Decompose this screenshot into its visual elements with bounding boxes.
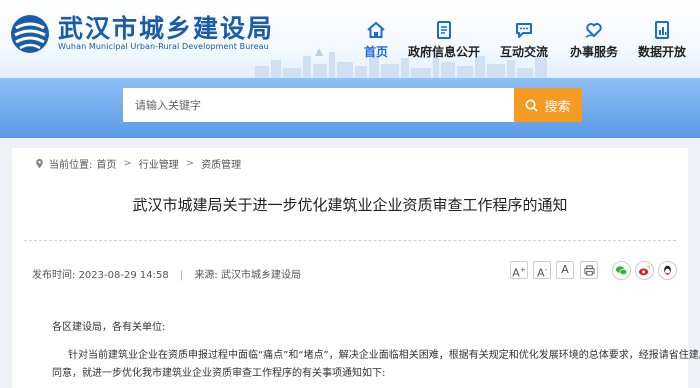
nav-services[interactable]: 办事服务 <box>570 20 618 60</box>
weibo-icon <box>638 265 651 276</box>
article-panel: 当前位置: 首页 > 行业管理 > 资质管理 武汉市城建局关于进一步优化建筑业企… <box>12 148 700 388</box>
chat-icon <box>516 23 532 38</box>
breadcrumb-prefix: 当前位置: <box>49 160 93 171</box>
breadcrumb-separator: > <box>123 158 132 169</box>
home-icon <box>367 21 385 38</box>
article-paragraph-line: 同意，就进一步优化我市建筑业企业资质审查工作程序的有关事项通知如下: <box>52 368 386 379</box>
document-icon <box>437 21 451 39</box>
site-title: 武汉市城乡建设局 <box>58 14 275 43</box>
print-button[interactable] <box>580 261 598 279</box>
nav-interaction-label: 互动交流 <box>500 45 549 59</box>
article-title: 武汉市城建局关于进一步优化建筑业企业资质审查工作程序的通知 <box>132 196 568 214</box>
breadcrumb-separator: > <box>185 158 195 169</box>
share-qq-button[interactable] <box>658 261 677 280</box>
heart-hand-icon <box>585 23 602 38</box>
breadcrumb-item-industry[interactable]: 行业管理 <box>139 156 179 171</box>
share-wechat-button[interactable] <box>612 261 631 280</box>
search-button[interactable]: 搜索 <box>514 88 582 122</box>
breadcrumb: 当前位置: 首页 > 行业管理 > 资质管理 <box>34 156 241 171</box>
breadcrumb-item-qualification[interactable]: 资质管理 <box>201 156 241 171</box>
bureau-logo <box>11 15 49 53</box>
font-default-button[interactable]: A <box>556 261 574 279</box>
publish-label: 发布时间: <box>32 270 76 281</box>
print-icon <box>583 265 595 276</box>
article-meta: 发布时间: 2023-08-29 14:58 | 来源: 武汉市城乡建设局 <box>32 266 301 281</box>
source-value: 武汉市城乡建设局 <box>221 270 301 281</box>
meta-separator: | <box>179 270 184 281</box>
title-divider <box>24 240 676 241</box>
publish-time: 2023-08-29 14:58 <box>78 270 169 281</box>
search-icon <box>526 99 539 112</box>
data-file-icon <box>655 21 669 39</box>
source-label: 来源: <box>194 270 218 281</box>
share-weibo-button[interactable] <box>635 261 654 280</box>
font-increase-button[interactable]: A+ <box>510 261 528 280</box>
qq-icon <box>664 265 671 276</box>
search-button-label: 搜索 <box>544 99 571 115</box>
article-paragraph-line: 针对当前建筑业企业在资质申报过程中面临“痛点”和“堵点”，解决企业面临相关困难，… <box>68 350 700 361</box>
location-pin-icon <box>36 158 43 169</box>
nav-gov-info-label: 政府信息公开 <box>408 45 481 59</box>
search-input[interactable] <box>123 88 515 122</box>
site-subtitle: Wuhan Municipal Urban-Rural Development … <box>58 42 269 51</box>
nav-home-label: 首页 <box>363 45 388 59</box>
breadcrumb-item-home[interactable]: 首页 <box>96 156 116 171</box>
nav-services-label: 办事服务 <box>570 45 619 59</box>
nav-gov-info[interactable]: 政府信息公开 <box>408 20 480 60</box>
nav-open-data[interactable]: 数据开放 <box>638 20 686 60</box>
font-decrease-button[interactable]: A- <box>533 261 551 280</box>
wechat-icon <box>615 266 628 276</box>
site-header: 武汉市城乡建设局 Wuhan Municipal Urban-Rural Dev… <box>0 0 700 78</box>
article-greeting: 各区建设局，各有关单位: <box>52 322 166 333</box>
nav-interaction[interactable]: 互动交流 <box>500 20 548 60</box>
nav-open-data-label: 数据开放 <box>638 45 687 59</box>
nav-home[interactable]: 首页 <box>362 20 390 60</box>
